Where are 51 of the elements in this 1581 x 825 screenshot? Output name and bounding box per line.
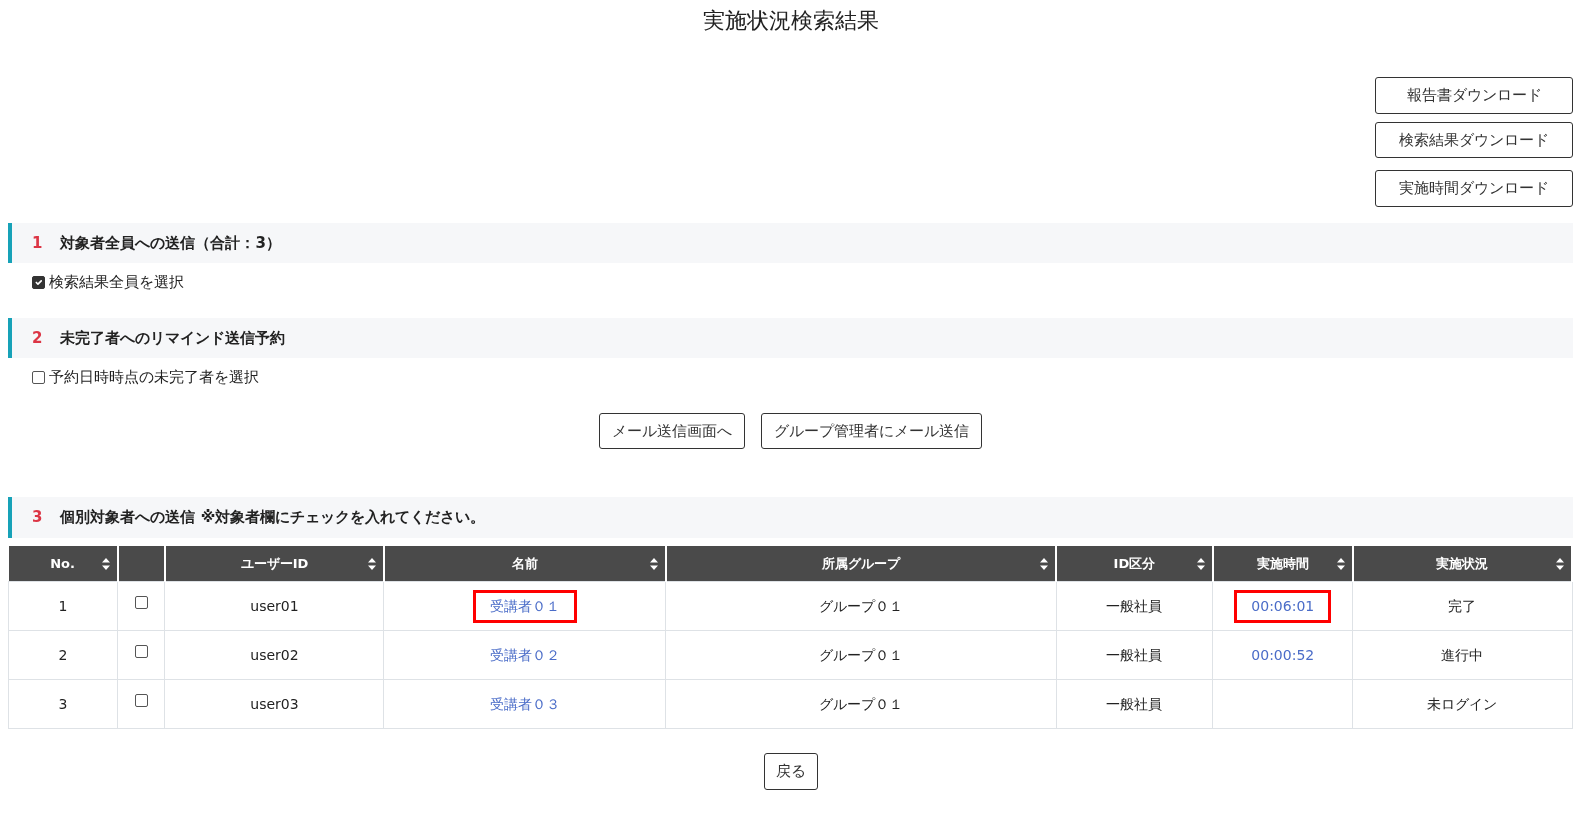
row-number: 3 — [8, 679, 118, 729]
section-heading: 対象者全員への送信（合計：3） — [60, 233, 281, 252]
row-checkbox[interactable] — [134, 644, 148, 658]
section-heading: 個別対象者への送信 ※対象者欄にチェックを入れてください。 — [60, 508, 486, 526]
status-cell: 進行中 — [1352, 630, 1572, 680]
download-button[interactable]: 実施時間ダウンロード — [1375, 170, 1573, 207]
section-number: 3 — [32, 508, 43, 526]
id-type-cell: 一般社員 — [1056, 581, 1213, 631]
select-checkbox[interactable] — [32, 370, 45, 384]
sort-icon[interactable] — [100, 556, 111, 571]
column-header[interactable]: 名前 — [383, 545, 666, 582]
sort-icon[interactable] — [648, 556, 659, 571]
sort-icon[interactable] — [1195, 556, 1206, 571]
select-checkbox[interactable] — [32, 275, 45, 289]
sort-icon[interactable] — [366, 556, 377, 571]
checkbox-label: 予約日時時点の未完了者を選択 — [49, 367, 259, 388]
section-number: 1 — [32, 233, 43, 252]
id-type-cell: 一般社員 — [1056, 679, 1213, 729]
user-id-cell: user03 — [164, 679, 384, 729]
column-header[interactable]: ID区分 — [1056, 545, 1213, 582]
group-cell: グループ０１ — [665, 581, 1057, 631]
name-link[interactable]: 受講者０１ — [472, 589, 577, 623]
column-header[interactable]: No. — [8, 545, 118, 582]
column-header[interactable]: 実施時間 — [1212, 545, 1353, 582]
group-cell: グループ０１ — [665, 679, 1057, 729]
mail-button[interactable]: メール送信画面へ — [599, 412, 745, 449]
status-cell: 完了 — [1352, 581, 1572, 631]
column-header[interactable]: 所属グループ — [665, 545, 1057, 582]
column-header[interactable]: ユーザーID — [164, 545, 384, 582]
row-number: 2 — [8, 630, 118, 680]
page-title: 実施状況検索結果 — [701, 7, 880, 35]
row-checkbox[interactable] — [134, 693, 148, 707]
section-heading: 未完了者へのリマインド送信予約 — [60, 328, 286, 347]
sort-icon[interactable] — [1039, 556, 1050, 571]
section-number: 2 — [32, 328, 43, 347]
id-type-cell: 一般社員 — [1056, 630, 1213, 680]
user-id-cell: user01 — [164, 581, 384, 631]
user-id-cell: user02 — [164, 630, 384, 680]
mail-button[interactable]: グループ管理者にメール送信 — [761, 412, 982, 449]
time-link[interactable]: 00:06:01 — [1234, 589, 1332, 623]
download-button[interactable]: 検索結果ダウンロード — [1375, 121, 1573, 158]
download-button[interactable]: 報告書ダウンロード — [1375, 77, 1573, 114]
group-cell: グループ０１ — [665, 630, 1057, 680]
sort-icon[interactable] — [1335, 556, 1346, 571]
sort-icon[interactable] — [1555, 556, 1565, 571]
status-cell: 未ログイン — [1352, 679, 1572, 729]
checkbox-label: 検索結果全員を選択 — [49, 272, 184, 293]
row-number: 1 — [8, 581, 118, 631]
back-button[interactable]: 戻る — [763, 753, 818, 790]
row-checkbox[interactable] — [134, 595, 148, 609]
column-header[interactable]: 実施状況 — [1352, 545, 1572, 582]
